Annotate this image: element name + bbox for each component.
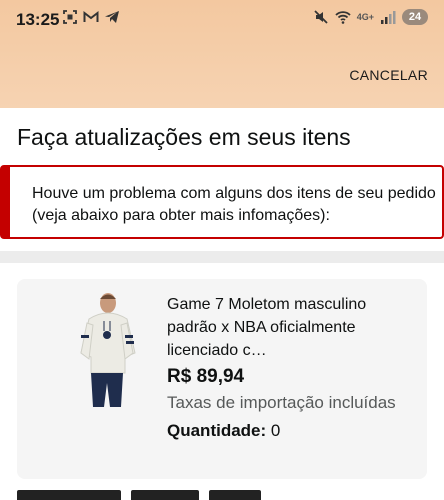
item-price: R$ 89,94 (167, 366, 245, 387)
status-time: 13:25 (16, 10, 60, 29)
item-info: Game 7 Moletom masculino padrão x NBA of… (167, 293, 417, 441)
item-fees: Taxas de importação incluídas (167, 393, 396, 412)
next-section-heading-partial (17, 490, 261, 500)
network-type: 4G+ (356, 12, 374, 22)
wifi-icon (335, 11, 351, 24)
cancel-button[interactable]: CANCELAR (349, 67, 428, 83)
screenshot-icon (63, 10, 77, 24)
product-image[interactable] (67, 291, 147, 409)
mute-icon (314, 10, 328, 24)
alert-message: Houve um problema com alguns dos itens d… (32, 185, 436, 224)
signal-icon (381, 11, 396, 24)
status-left-icons (62, 9, 120, 25)
item-card[interactable]: Game 7 Moletom masculino padrão x NBA of… (17, 279, 427, 479)
status-right-icons: 4G+ 24 (313, 9, 428, 25)
item-title[interactable]: Game 7 Moletom masculino padrão x NBA of… (167, 293, 417, 362)
gmail-icon (83, 10, 99, 22)
quantity-label: Quantidade: (167, 421, 267, 440)
item-quantity: Quantidade: 0 (167, 421, 417, 441)
battery-indicator: 24 (402, 9, 428, 25)
app-header: 13:25 4G+ 24 CANCELAR (0, 0, 444, 108)
quantity-value: 0 (270, 421, 281, 440)
section-divider (0, 251, 444, 263)
page-title: Faça atualizações em seus itens (17, 124, 351, 150)
telegram-icon (105, 11, 119, 23)
error-alert: Houve um problema com alguns dos itens d… (0, 165, 444, 239)
